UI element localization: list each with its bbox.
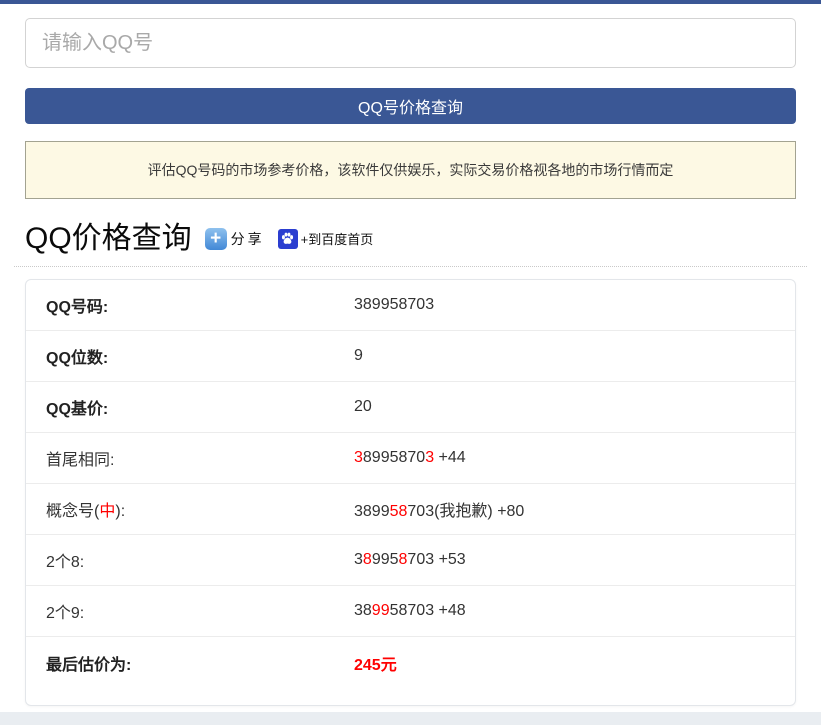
result-row-two-8s: 2个8: 389958703 +53	[26, 535, 795, 586]
result-label: 2个9:	[46, 599, 354, 623]
result-label: 最后估价为:	[46, 651, 354, 675]
main-container: QQ号价格查询 评估QQ号码的市场参考价格，该软件仅供娱乐，实际交易价格视各地的…	[25, 18, 796, 706]
result-value: 389958703 +48	[354, 602, 466, 620]
results-card: QQ号码: 389958703 QQ位数: 9 QQ基价: 20 首尾相同: 3…	[25, 279, 796, 706]
share-label: 分享	[231, 229, 265, 249]
result-label: QQ基价:	[46, 395, 354, 419]
result-label: 首尾相同:	[46, 446, 354, 470]
result-value: 389958703(我抱歉) +80	[354, 497, 524, 521]
result-value: 245元	[354, 651, 397, 675]
baidu-paw-icon[interactable]	[278, 229, 298, 249]
top-accent-bar	[0, 0, 821, 4]
result-label: 2个8:	[46, 548, 354, 572]
result-row-base-price: QQ基价: 20	[26, 382, 795, 433]
result-label: QQ位数:	[46, 344, 354, 368]
price-query-button[interactable]: QQ号价格查询	[25, 88, 796, 124]
result-label: QQ号码:	[46, 293, 354, 317]
result-value: 389958703 +44	[354, 449, 466, 467]
result-value: 9	[354, 347, 363, 365]
result-row-final-estimate: 最后估价为: 245元	[26, 637, 795, 705]
plus-share-icon[interactable]: +	[205, 228, 227, 250]
heading-row: QQ价格查询 + 分享 +到百度首页	[25, 222, 796, 255]
result-row-concept-number: 概念号(中): 389958703(我抱歉) +80	[26, 484, 795, 535]
result-label: 概念号(中):	[46, 497, 354, 521]
result-value: 389958703	[354, 296, 434, 314]
footer-bar	[0, 712, 821, 725]
result-row-qq-number: QQ号码: 389958703	[26, 280, 795, 331]
disclaimer-notice: 评估QQ号码的市场参考价格，该软件仅供娱乐，实际交易价格视各地的市场行情而定	[25, 141, 796, 199]
page-title: QQ价格查询	[25, 222, 192, 255]
result-value: 20	[354, 398, 372, 416]
result-value: 389958703 +53	[354, 551, 466, 569]
add-to-baidu-button[interactable]: +到百度首页	[278, 229, 374, 249]
add-to-baidu-label: +到百度首页	[301, 229, 374, 248]
result-row-same-first-last: 首尾相同: 389958703 +44	[26, 433, 795, 484]
qq-number-input[interactable]	[25, 18, 796, 68]
share-button[interactable]: + 分享	[205, 228, 265, 250]
result-row-two-9s: 2个9: 389958703 +48	[26, 586, 795, 637]
dotted-divider	[14, 266, 807, 267]
disclaimer-text: 评估QQ号码的市场参考价格，该软件仅供娱乐，实际交易价格视各地的市场行情而定	[148, 160, 674, 180]
result-row-digit-count: QQ位数: 9	[26, 331, 795, 382]
